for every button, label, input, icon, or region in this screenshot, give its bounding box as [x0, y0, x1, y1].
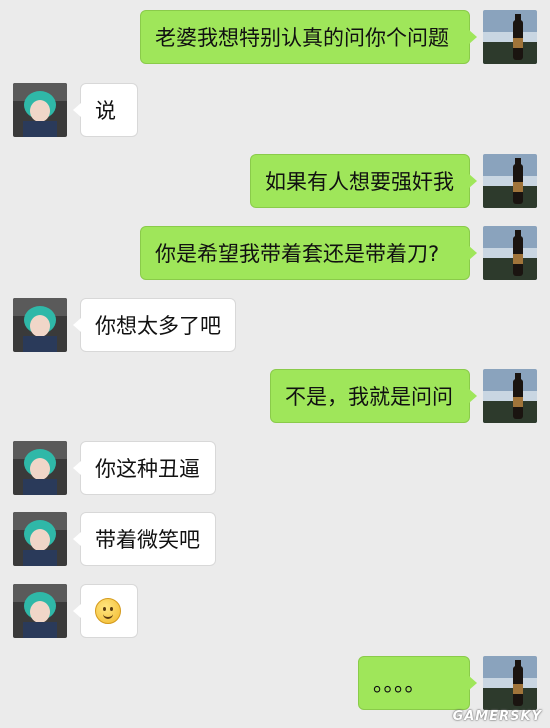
message-text: 你是希望我带着套还是带着刀? [155, 242, 440, 266]
contact-avatar[interactable] [13, 83, 67, 137]
contact-avatar[interactable] [13, 512, 67, 566]
my-avatar[interactable] [483, 226, 537, 280]
message-bubble-received[interactable]: 你这种丑逼 [73, 441, 216, 495]
message-bubble-sent[interactable]: 你是希望我带着套还是带着刀? [140, 226, 477, 280]
message-text: 。。。。 [373, 672, 426, 696]
my-avatar[interactable] [483, 656, 537, 710]
smile-emoji-icon [95, 598, 121, 624]
message-bubble-received[interactable] [73, 584, 138, 638]
my-avatar[interactable] [483, 369, 537, 423]
message-bubble-received[interactable]: 说 [73, 83, 138, 137]
message-text: 不是，我就是问问 [285, 385, 453, 409]
contact-avatar[interactable] [13, 298, 67, 352]
contact-avatar[interactable] [13, 584, 67, 638]
message-bubble-sent[interactable]: 如果有人想要强奸我 [250, 154, 477, 208]
message-bubble-received[interactable]: 你想太多了吧 [73, 298, 236, 352]
watermark: GAMERSKY [453, 709, 542, 724]
message-text: 如果有人想要强奸我 [265, 170, 454, 194]
contact-avatar[interactable] [13, 441, 67, 495]
message-bubble-sent[interactable]: 不是，我就是问问 [270, 369, 477, 423]
message-text: 你这种丑逼 [95, 457, 200, 481]
message-text: 说 [95, 99, 116, 123]
message-text: 老婆我想特别认真的问你个问题 [155, 26, 449, 50]
chat-window: 老婆我想特别认真的问你个问题 说 如果有人想要强奸我 你是希望我带着套还是带着刀… [0, 0, 550, 728]
my-avatar[interactable] [483, 10, 537, 64]
message-bubble-received[interactable]: 带着微笑吧 [73, 512, 216, 566]
message-bubble-sent[interactable]: 老婆我想特别认真的问你个问题 [140, 10, 477, 64]
message-text: 带着微笑吧 [95, 528, 200, 552]
message-bubble-sent[interactable]: 。。。。 [358, 656, 477, 710]
watermark-text: GAMERSKY [452, 709, 542, 724]
my-avatar[interactable] [483, 154, 537, 208]
message-text: 你想太多了吧 [95, 314, 221, 338]
